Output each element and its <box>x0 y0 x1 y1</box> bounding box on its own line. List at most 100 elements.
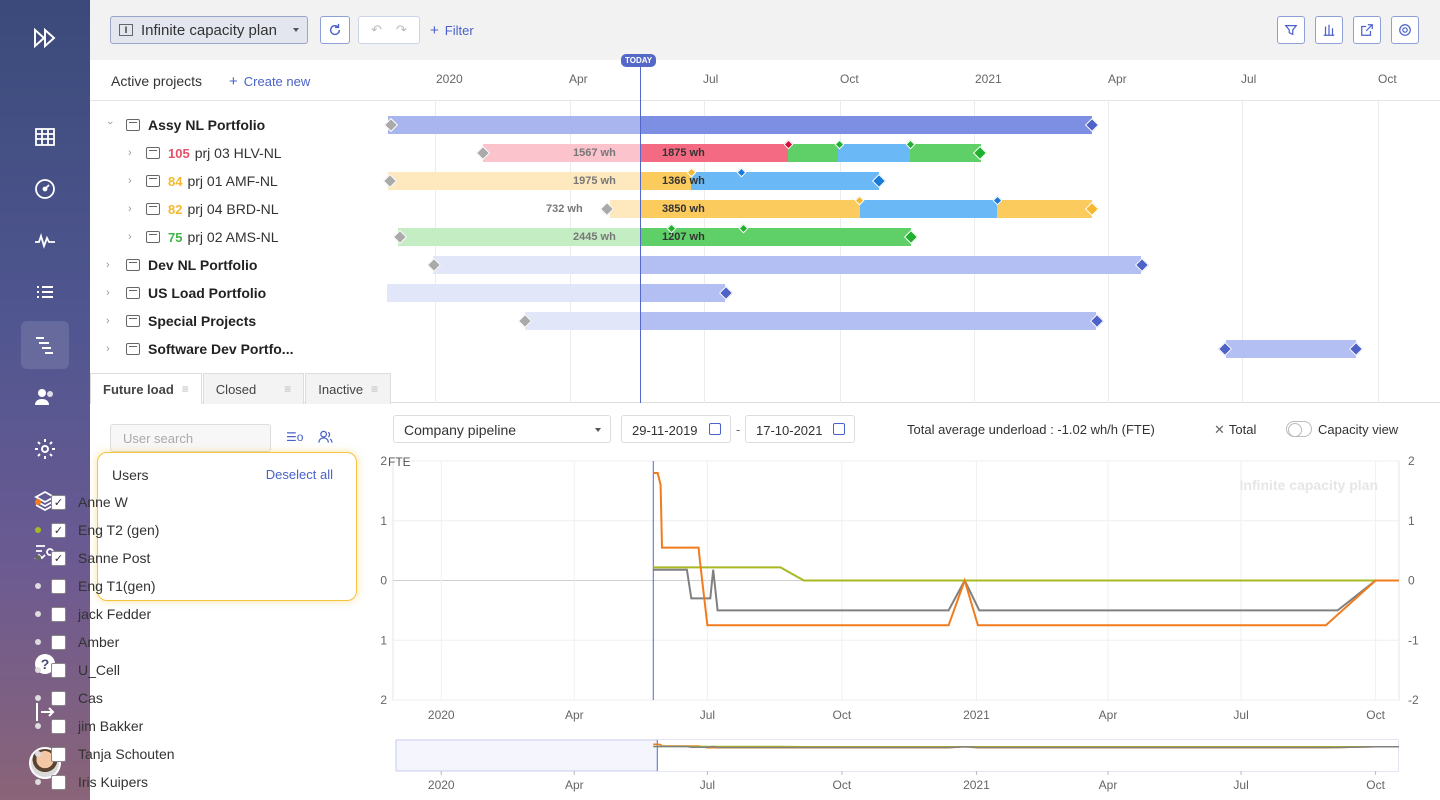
tab-label: Future load <box>103 381 174 397</box>
user-checkbox[interactable]: ✓ <box>51 494 66 510</box>
gantt-settings-button[interactable] <box>1391 16 1419 44</box>
user-checkbox[interactable] <box>51 746 66 762</box>
gantt-row-project[interactable]: › 82 prj 04 BRD-NL <box>128 195 428 223</box>
deselect-all-link[interactable]: Deselect all <box>266 467 333 482</box>
gantt-bar-phase[interactable] <box>997 200 1092 218</box>
timeline-label: Oct <box>1378 72 1397 86</box>
user-row[interactable]: U_Cell <box>0 656 120 684</box>
user-row[interactable]: jim Bakker <box>0 712 143 740</box>
chevron-icon[interactable]: › <box>128 203 136 215</box>
gantt-bar-past[interactable] <box>610 200 640 218</box>
table-icon[interactable] <box>21 113 69 161</box>
user-name: U_Cell <box>78 662 121 678</box>
user-checkbox[interactable] <box>51 718 66 734</box>
user-checkbox[interactable] <box>51 774 66 790</box>
group-users-icon[interactable] <box>318 430 333 447</box>
users-icon[interactable] <box>21 373 69 421</box>
gantt-row-portfolio[interactable]: › Software Dev Portfo... <box>106 335 406 363</box>
gantt-bar-future[interactable] <box>1226 340 1356 358</box>
pulse-icon[interactable] <box>21 217 69 265</box>
overview-tick-label: 2021 <box>963 778 990 792</box>
export-button[interactable] <box>1353 16 1381 44</box>
gantt-row-portfolio[interactable]: › Special Projects <box>106 307 406 335</box>
user-row[interactable]: Amber <box>0 628 119 656</box>
redo-icon[interactable]: ↷ <box>396 22 407 38</box>
menu-icon[interactable]: ≡ <box>284 382 291 396</box>
tab-closed[interactable]: Closed ≡ <box>202 373 305 404</box>
chevron-icon[interactable]: › <box>106 315 114 327</box>
gantt-bar-phase[interactable] <box>860 200 997 218</box>
plan-select[interactable]: I Infinite capacity plan <box>110 16 308 44</box>
menu-icon[interactable]: ≡ <box>182 382 189 396</box>
user-name: Cas <box>78 690 103 706</box>
gantt-bar-past[interactable] <box>388 116 640 134</box>
row-name: Assy NL Portfolio <box>148 117 266 133</box>
timeline-label: Jul <box>703 72 719 86</box>
user-row[interactable]: ✓ Eng T2 (gen) <box>0 516 159 544</box>
user-checkbox[interactable] <box>51 690 66 706</box>
dashboard-icon[interactable] <box>21 165 69 213</box>
user-search-input[interactable]: User search <box>110 424 271 452</box>
tab-inactive[interactable]: Inactive ≡ <box>305 373 392 404</box>
gantt-row-portfolio[interactable]: › Assy NL Portfolio <box>104 111 406 139</box>
gantt-bar-phase[interactable] <box>691 172 879 190</box>
user-checkbox[interactable] <box>51 578 66 594</box>
user-checkbox[interactable] <box>51 662 66 678</box>
gantt-bar-past[interactable] <box>525 312 640 330</box>
gantt-bar-future[interactable] <box>641 312 1096 330</box>
chevron-icon[interactable]: › <box>128 231 136 243</box>
columns-button[interactable] <box>1315 16 1343 44</box>
row-name: Dev NL Portfolio <box>148 257 258 273</box>
chevron-down-icon <box>293 28 299 32</box>
chevron-icon[interactable]: › <box>106 287 114 299</box>
undo-icon[interactable]: ↶ <box>371 22 382 38</box>
chevron-icon[interactable]: › <box>128 175 136 187</box>
gantt-bar-future[interactable] <box>641 256 1141 274</box>
filter-funnel-button[interactable] <box>1277 16 1305 44</box>
user-name: Tanja Schouten <box>78 746 175 762</box>
gantt-bar-future[interactable] <box>641 284 725 302</box>
gantt-row-portfolio[interactable]: › US Load Portfolio <box>106 279 406 307</box>
gantt-bar-past[interactable] <box>433 256 640 274</box>
user-checkbox[interactable] <box>51 606 66 622</box>
list-icon[interactable] <box>21 269 69 317</box>
row-name: prj 04 BRD-NL <box>187 201 279 217</box>
project-icon <box>146 175 160 187</box>
user-color-dot <box>35 667 41 673</box>
gantt-icon[interactable] <box>21 321 69 369</box>
user-row[interactable]: ✓ Sanne Post <box>0 544 150 572</box>
gantt-row-project[interactable]: › 75 prj 02 AMS-NL <box>128 223 428 251</box>
menu-icon[interactable]: ≡ <box>371 382 378 396</box>
user-checkbox[interactable]: ✓ <box>51 550 66 566</box>
user-checkbox[interactable]: ✓ <box>51 522 66 538</box>
gantt-bar-future[interactable] <box>641 116 1092 134</box>
user-checkbox[interactable] <box>51 634 66 650</box>
filter-button[interactable]: + Filter <box>430 22 474 39</box>
gantt-row-portfolio[interactable]: › Dev NL Portfolio <box>106 251 406 279</box>
chevron-icon[interactable]: › <box>104 121 116 129</box>
user-row[interactable]: Iris Kuipers <box>0 768 148 796</box>
settings-icon[interactable] <box>21 425 69 473</box>
user-row[interactable]: ✓ Anne W <box>0 488 128 516</box>
gantt-bar-past[interactable] <box>387 284 640 302</box>
gantt-bar-past[interactable] <box>483 144 640 162</box>
gantt-bar-phase[interactable] <box>910 144 981 162</box>
user-row[interactable]: Tanja Schouten <box>0 740 175 768</box>
user-color-dot <box>35 611 41 617</box>
user-row[interactable]: Eng T1(gen) <box>0 572 156 600</box>
user-row[interactable]: Cas <box>0 684 103 712</box>
sort-icon[interactable]: ☰o <box>286 430 303 444</box>
refresh-button[interactable] <box>320 16 350 44</box>
chevron-icon[interactable]: › <box>128 147 136 159</box>
overview-tick-label: Apr <box>565 778 584 792</box>
tab-future-load[interactable]: Future load ≡ <box>90 373 202 404</box>
gantt-bar-phase[interactable] <box>838 144 910 162</box>
create-new-button[interactable]: + Create new <box>229 73 310 90</box>
user-color-dot <box>35 779 41 785</box>
chevron-icon[interactable]: › <box>106 259 114 271</box>
logo-icon[interactable] <box>21 14 69 62</box>
portfolio-icon <box>126 315 140 327</box>
chevron-icon[interactable]: › <box>106 343 114 355</box>
gantt-row-project[interactable]: › 105 prj 03 HLV-NL <box>128 139 428 167</box>
user-row[interactable]: jack Fedder <box>0 600 151 628</box>
